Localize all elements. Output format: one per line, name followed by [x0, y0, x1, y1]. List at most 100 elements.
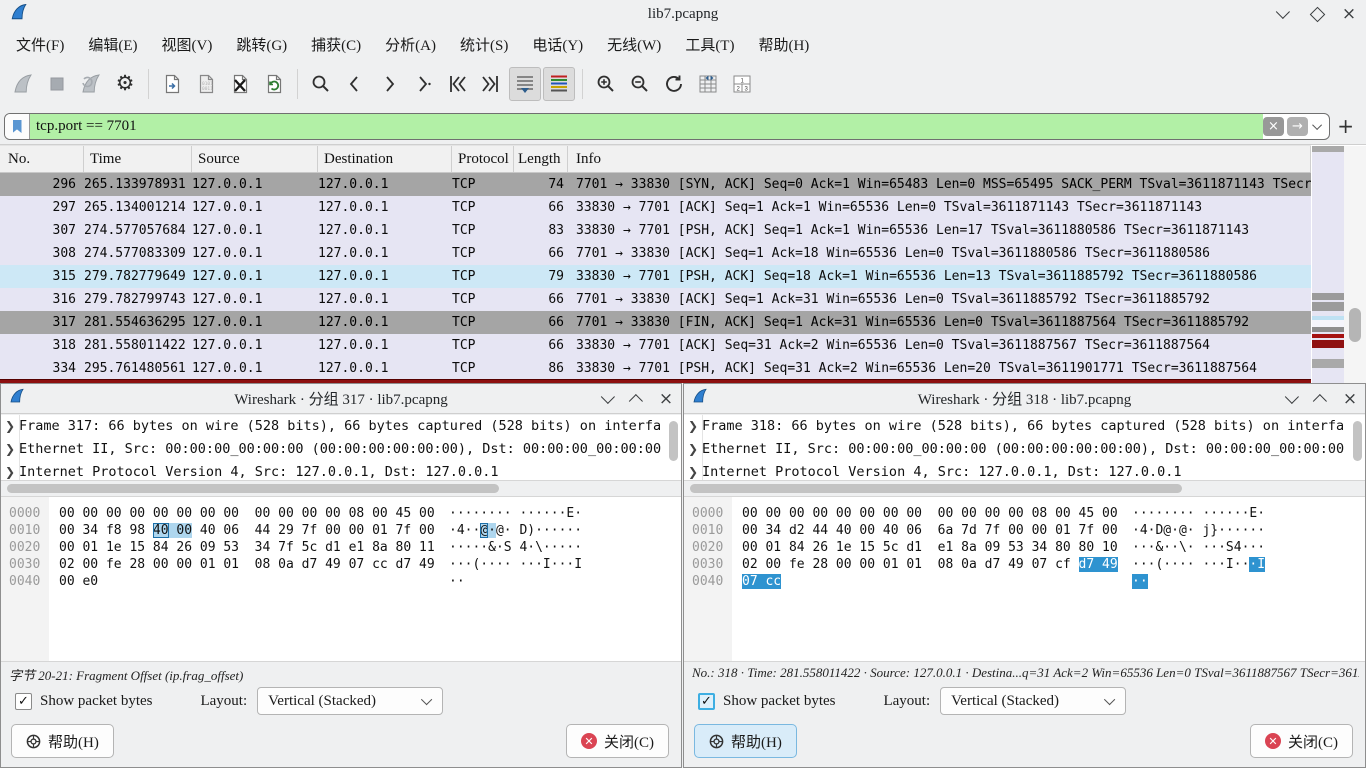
hex-row-0010[interactable]: 001000 34 f8 98 40 00 40 06 44 29 7f 00 …	[1, 522, 681, 539]
menu-item-7[interactable]: 电话(Y)	[520, 30, 595, 59]
restart-capture-fin-button[interactable]	[75, 67, 107, 101]
packet-row-334[interactable]: 334295.761480561127.0.0.1127.0.0.1TCP863…	[0, 357, 1311, 380]
tree-row[interactable]: ❯Frame 318: 66 bytes on wire (528 bits),…	[684, 415, 1365, 438]
hex-bytes[interactable]: 07 cc	[742, 573, 781, 590]
hex-ascii[interactable]: ·····&·S 4·\·····	[449, 539, 582, 556]
column-info[interactable]: Info	[568, 146, 1311, 172]
hex-row-0000[interactable]: 000000 00 00 00 00 00 00 00 00 00 00 00 …	[684, 505, 1365, 522]
find-packet-button[interactable]	[305, 67, 337, 101]
help-button[interactable]: 帮助(H)	[694, 724, 797, 758]
hex-bytes[interactable]: 00 01 1e 15 84 26 09 53 34 7f 5c d1 e1 8…	[59, 539, 435, 556]
hex-row-0040[interactable]: 004000 e0··	[1, 573, 681, 590]
last-packet-button[interactable]	[475, 67, 507, 101]
column-destination[interactable]: Destination	[318, 146, 452, 172]
layout-panes-button[interactable]: 123	[726, 67, 758, 101]
layout-select[interactable]: Vertical (Stacked)	[940, 687, 1126, 715]
column-protocol[interactable]: Protocol	[452, 146, 514, 172]
hex-bytes[interactable]: 00 e0	[59, 573, 98, 590]
close-icon[interactable]: ×	[657, 390, 675, 408]
go-forward-button[interactable]	[373, 67, 405, 101]
packet-row-318[interactable]: 318281.558011422127.0.0.1127.0.0.1TCP663…	[0, 334, 1311, 357]
tree-hscrollbar[interactable]	[684, 483, 1365, 495]
column-time[interactable]: Time	[84, 146, 192, 172]
menu-item-4[interactable]: 捕获(C)	[299, 30, 373, 59]
menu-item-0[interactable]: 文件(F)	[4, 30, 76, 59]
window-titlebar[interactable]: Wireshark · 分组 318 · lib7.pcapng ×	[684, 384, 1365, 414]
packet-row-308[interactable]: 308274.577083309127.0.0.1127.0.0.1TCP667…	[0, 242, 1311, 265]
tree-hscrollbar[interactable]	[1, 483, 681, 495]
packet-list-scrollbar[interactable]	[1344, 146, 1366, 383]
resize-columns-button[interactable]	[692, 67, 724, 101]
hex-ascii[interactable]: ···(···· ···I···I	[449, 556, 582, 573]
maximize-icon[interactable]	[1308, 5, 1326, 23]
filter-history-chevron-icon[interactable]	[1311, 123, 1325, 130]
packet-list-header[interactable]: No. Time Source Destination Protocol Len…	[0, 145, 1311, 173]
expander-icon[interactable]: ❯	[684, 415, 702, 438]
hex-row-0030[interactable]: 003002 00 fe 28 00 00 01 01 08 0a d7 49 …	[1, 556, 681, 573]
packet-row-296[interactable]: 296265.133978931127.0.0.1127.0.0.1TCP747…	[0, 173, 1311, 196]
packet-row-316[interactable]: 316279.782799743127.0.0.1127.0.0.1TCP667…	[0, 288, 1311, 311]
menu-item-1[interactable]: 编辑(E)	[76, 30, 149, 59]
close-icon[interactable]: ×	[1341, 390, 1359, 408]
hex-bytes[interactable]: 00 34 f8 98 40 00 40 06 44 29 7f 00 00 0…	[59, 522, 435, 539]
help-button[interactable]: 帮助(H)	[11, 724, 114, 758]
hex-ascii[interactable]: ········ ······E·	[449, 505, 582, 522]
packet-row-317[interactable]: 317281.554636295127.0.0.1127.0.0.1TCP667…	[0, 311, 1311, 334]
expander-icon[interactable]: ❯	[684, 461, 702, 481]
reload-file-button[interactable]	[258, 67, 290, 101]
close-button[interactable]: ✕ 关闭(C)	[566, 724, 669, 758]
zoom-reset-button[interactable]	[658, 67, 690, 101]
hex-ascii[interactable]: ··	[1132, 573, 1148, 590]
open-file-button[interactable]	[156, 67, 188, 101]
packet-row-315[interactable]: 315279.782779649127.0.0.1127.0.0.1TCP793…	[0, 265, 1311, 288]
hex-bytes[interactable]: 00 34 d2 44 40 00 40 06 6a 7d 7f 00 00 0…	[742, 522, 1118, 539]
show-packet-bytes-checkbox[interactable]: ✓	[15, 693, 32, 710]
hex-row-0030[interactable]: 003002 00 fe 28 00 00 01 01 08 0a d7 49 …	[684, 556, 1365, 573]
column-length[interactable]: Length	[514, 146, 568, 172]
column-source[interactable]: Source	[192, 146, 318, 172]
expander-icon[interactable]: ❯	[1, 438, 19, 461]
filter-bookmark-icon[interactable]	[5, 114, 30, 139]
close-icon[interactable]: ×	[1340, 5, 1358, 23]
tree-scrollbar-handle[interactable]	[669, 421, 678, 461]
expander-icon[interactable]: ❯	[1, 415, 19, 438]
tree-row[interactable]: ❯Ethernet II, Src: 00:00:00_00:00:00 (00…	[1, 438, 681, 461]
packet-detail-tree[interactable]: ❯Frame 317: 66 bytes on wire (528 bits),…	[1, 415, 681, 481]
tree-row[interactable]: ❯Internet Protocol Version 4, Src: 127.0…	[684, 461, 1365, 481]
filter-add-button[interactable]: +	[1337, 114, 1354, 138]
hex-row-0000[interactable]: 000000 00 00 00 00 00 00 00 00 00 00 00 …	[1, 505, 681, 522]
first-packet-button[interactable]	[441, 67, 473, 101]
packet-row-297[interactable]: 297265.134001214127.0.0.1127.0.0.1TCP663…	[0, 196, 1311, 219]
packet-row-307[interactable]: 307274.577057684127.0.0.1127.0.0.1TCP833…	[0, 219, 1311, 242]
zoom-in-button[interactable]	[590, 67, 622, 101]
close-button[interactable]: ✕ 关闭(C)	[1250, 724, 1353, 758]
menu-item-10[interactable]: 帮助(H)	[746, 30, 821, 59]
hex-row-0010[interactable]: 001000 34 d2 44 40 00 40 06 6a 7d 7f 00 …	[684, 522, 1365, 539]
hex-ascii[interactable]: ·4··@·@· D)······	[449, 522, 582, 539]
menu-item-5[interactable]: 分析(A)	[373, 30, 448, 59]
expander-icon[interactable]: ❯	[684, 438, 702, 461]
zoom-out-button[interactable]	[624, 67, 656, 101]
filter-clear-icon[interactable]: ×	[1263, 117, 1284, 136]
hscrollbar-handle[interactable]	[690, 484, 1182, 493]
close-file-button[interactable]	[224, 67, 256, 101]
minimize-icon[interactable]	[1276, 5, 1294, 23]
menu-item-8[interactable]: 无线(W)	[595, 30, 673, 59]
auto-scroll-button[interactable]	[509, 67, 541, 101]
menu-item-9[interactable]: 工具(T)	[673, 30, 746, 59]
tree-scrollbar-handle[interactable]	[1353, 421, 1362, 461]
colorize-packets-button[interactable]	[543, 67, 575, 101]
packet-bytes-pane[interactable]: 000000 00 00 00 00 00 00 00 00 00 00 00 …	[1, 496, 681, 662]
menu-item-2[interactable]: 视图(V)	[150, 30, 225, 59]
packet-list-minimap[interactable]	[1311, 146, 1344, 383]
tree-row[interactable]: ❯Frame 317: 66 bytes on wire (528 bits),…	[1, 415, 681, 438]
layout-select[interactable]: Vertical (Stacked)	[257, 687, 443, 715]
hex-row-0020[interactable]: 002000 01 1e 15 84 26 09 53 34 7f 5c d1 …	[1, 539, 681, 556]
filter-apply-icon[interactable]: →	[1287, 117, 1308, 136]
hscrollbar-handle[interactable]	[7, 484, 499, 493]
hex-ascii[interactable]: ·4·D@·@· j}······	[1132, 522, 1265, 539]
hex-bytes[interactable]: 02 00 fe 28 00 00 01 01 08 0a d7 49 07 c…	[59, 556, 435, 573]
hex-ascii[interactable]: ···&··\· ···S4···	[1132, 539, 1265, 556]
hex-ascii[interactable]: ········ ······E·	[1132, 505, 1265, 522]
hex-bytes[interactable]: 00 00 00 00 00 00 00 00 00 00 00 00 08 0…	[742, 505, 1118, 522]
